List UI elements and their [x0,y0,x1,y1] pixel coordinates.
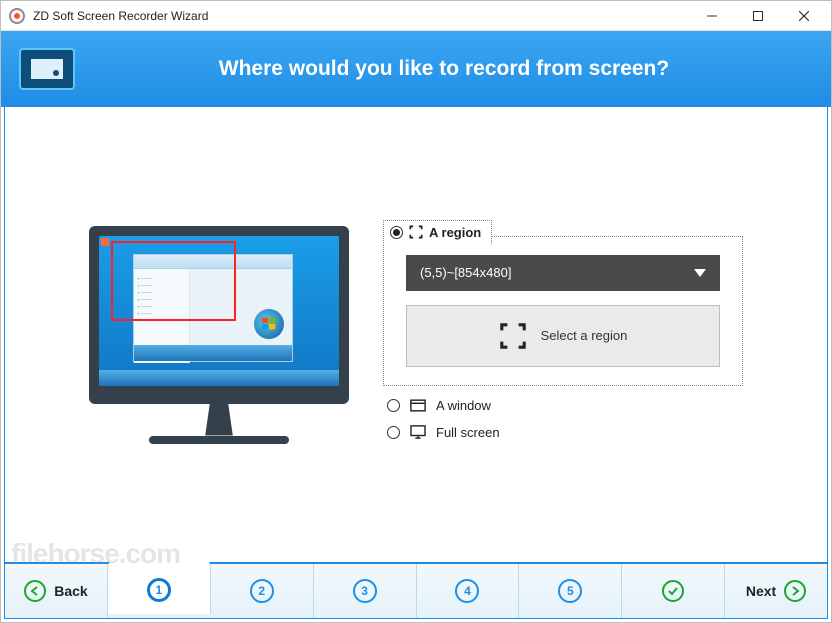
region-option-tab[interactable]: A region [383,220,492,245]
window-icon [410,399,426,412]
main-area: ▪ ────▪ ────▪ ────▪ ────▪ ────▪ ──── [5,107,827,562]
step-finish[interactable] [622,564,725,618]
region-label: A region [429,225,481,240]
step-3[interactable]: 3 [314,564,417,618]
maximize-button[interactable] [735,1,781,31]
step-5-number: 5 [558,579,582,603]
step-2-number: 2 [250,579,274,603]
window-option-row[interactable]: A window [383,398,743,413]
step-1[interactable]: 1 [108,559,211,614]
next-label: Next [746,583,776,599]
next-button[interactable]: Next [725,564,827,618]
step-bar: Back 1 2 3 4 5 Next [4,563,828,619]
fullscreen-icon [410,425,426,439]
back-label: Back [54,583,87,599]
back-arrow-icon [24,580,46,602]
region-size-value: (5,5)~[854x480] [420,265,511,280]
window-buttons [689,1,827,31]
step-5[interactable]: 5 [519,564,622,618]
options-panel: A region (5,5)~[854x480] Select a regio [383,230,743,440]
content: ▪ ────▪ ────▪ ────▪ ────▪ ────▪ ──── [4,107,828,563]
region-icon [409,225,423,239]
select-region-label: Select a region [541,328,628,343]
dropdown-arrow-icon [694,269,706,277]
region-panel: (5,5)~[854x480] Select a region [383,236,743,386]
title-bar: ZD Soft Screen Recorder Wizard [1,1,831,31]
close-button[interactable] [781,1,827,31]
app-icon [9,8,25,24]
monitor-illustration: ▪ ────▪ ────▪ ────▪ ────▪ ────▪ ──── [79,226,359,444]
minimize-button[interactable] [689,1,735,31]
windows-logo-icon [254,309,284,339]
step-4[interactable]: 4 [417,564,520,618]
window-title: ZD Soft Screen Recorder Wizard [33,9,208,23]
next-arrow-icon [784,580,806,602]
back-button[interactable]: Back [5,564,108,618]
region-size-combo[interactable]: (5,5)~[854x480] [406,255,720,291]
banner-icon [19,48,75,90]
window-radio[interactable] [387,399,400,412]
select-region-icon [499,322,527,350]
fullscreen-label: Full screen [436,425,500,440]
step-2[interactable]: 2 [211,564,314,618]
banner-title: Where would you like to record from scre… [75,57,813,81]
step-1-number: 1 [147,578,171,602]
check-icon [662,580,684,602]
fullscreen-radio[interactable] [387,426,400,439]
select-region-button[interactable]: Select a region [406,305,720,367]
window-label: A window [436,398,491,413]
fullscreen-option-row[interactable]: Full screen [383,425,743,440]
step-3-number: 3 [353,579,377,603]
region-radio[interactable] [390,226,403,239]
banner: Where would you like to record from scre… [1,31,831,107]
step-4-number: 4 [455,579,479,603]
app-window: ZD Soft Screen Recorder Wizard Where wou… [0,0,832,623]
